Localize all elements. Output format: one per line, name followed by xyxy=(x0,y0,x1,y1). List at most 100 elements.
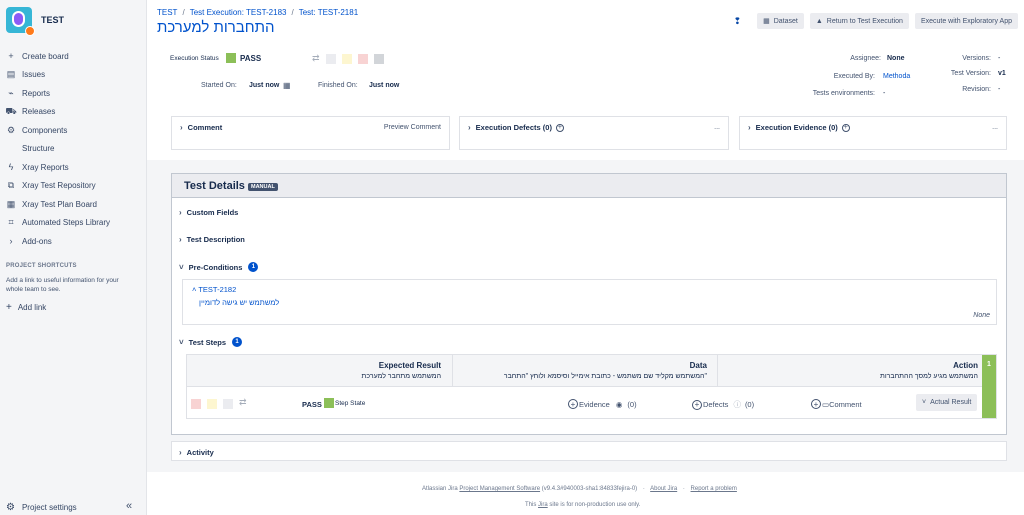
exploratory-app-button[interactable]: Execute with Exploratory App xyxy=(914,13,1018,29)
swap-arrows-icon[interactable]: ⇄ xyxy=(239,397,247,408)
activity-title: Activity xyxy=(186,448,214,457)
precondition-link[interactable]: ˄ TEST-2182 xyxy=(192,285,236,294)
preconditions-toggle[interactable]: ˅ Pre-Conditions 1 xyxy=(179,262,259,272)
page-title: התחברות למערכת xyxy=(157,19,275,36)
execution-defects-title: Execution Defects (0) xyxy=(475,123,552,132)
breadcrumb-test[interactable]: Test: TEST-2181 xyxy=(299,8,358,17)
step-fail-swatch[interactable] xyxy=(191,399,201,409)
sidebar-item-add-ons[interactable]: › Add-ons xyxy=(0,232,147,251)
dataset-button[interactable]: ▦ Dataset xyxy=(757,13,804,29)
gear-icon: ⚙ xyxy=(6,502,15,513)
finished-on-label: Finished On: xyxy=(318,82,358,89)
sidebar-item-components[interactable]: ⚙ Components xyxy=(0,121,147,140)
action-header: Action xyxy=(953,361,978,370)
eye-icon: ◉ xyxy=(615,399,623,409)
step-status-row: ⇄ PASS Step State + Evidence ◉ (0) + Def… xyxy=(187,388,982,418)
sidebar: TEST + Create board ▤ Issues ⌁ Reports ⛟ Rel… xyxy=(0,0,147,515)
step-state-label: Step State xyxy=(335,400,366,407)
execution-evidence-panel[interactable]: › Execution Evidence (0) + ... xyxy=(739,116,1007,150)
swap-arrows-icon[interactable]: ⇄ xyxy=(312,53,320,64)
status-fail-swatch[interactable] xyxy=(357,53,368,64)
assignee-value[interactable]: None xyxy=(887,55,905,62)
table-icon: ▦ xyxy=(763,18,770,25)
breadcrumb: TEST / Test Execution: TEST-2183/Test: TES… xyxy=(157,8,359,17)
environments-value: - xyxy=(883,90,886,97)
add-evidence-icon[interactable]: + xyxy=(841,123,850,132)
sidebar-nav: + Create board ▤ Issues ⌁ Reports ⛟ Releases… xyxy=(0,47,147,251)
status-todo-swatch[interactable] xyxy=(325,53,336,64)
started-on-value: Just now xyxy=(249,82,280,89)
more-icon[interactable]: ... xyxy=(714,124,720,131)
sidebar-item-xray-reports[interactable]: ϟ Xray Reports xyxy=(0,158,147,177)
breadcrumb-execution[interactable]: Test Execution: TEST-2183 xyxy=(190,8,287,17)
sidebar-item-create-board[interactable]: + Create board xyxy=(0,47,147,66)
sidebar-item-xray-test-repository[interactable]: ⧉ Xray Test Repository xyxy=(0,177,147,196)
expected-result-header: Expected Result xyxy=(378,361,441,370)
versions-value: - xyxy=(998,55,1001,62)
test-description-toggle[interactable]: › Test Description xyxy=(179,235,245,244)
chevron-down-icon: ˅ xyxy=(179,337,184,347)
components-icon: ⚙ xyxy=(6,124,16,135)
project-avatar xyxy=(6,7,35,36)
more-icon[interactable]: ... xyxy=(992,124,998,131)
issues-icon: ▤ xyxy=(6,69,16,80)
step-number: 1 xyxy=(982,355,996,418)
test-steps-count-badge: 1 xyxy=(232,337,243,347)
plus-icon: + xyxy=(8,51,14,62)
calendar-icon[interactable]: ▦ xyxy=(283,81,291,90)
add-link-button[interactable]: + Add link xyxy=(6,302,46,313)
status-aborted-swatch[interactable] xyxy=(373,53,384,64)
execution-defects-panel[interactable]: › Execution Defects (0) + ... xyxy=(459,116,729,150)
footer-line-2: This Jira site is for non-production use… xyxy=(525,502,641,508)
project-header[interactable]: TEST xyxy=(6,7,65,36)
executed-by-value[interactable]: Methoda xyxy=(883,73,910,80)
library-icon: ⌗ xyxy=(8,217,14,228)
finished-on-value: Just now xyxy=(369,82,400,89)
shortcuts-title: PROJECT SHORTCUTS xyxy=(6,263,77,269)
about-jira-link[interactable]: About Jira xyxy=(650,486,677,492)
assignee-label: Assignee: xyxy=(850,55,881,62)
revision-value: - xyxy=(998,86,1001,93)
project-name: TEST xyxy=(41,15,65,25)
add-defect-button[interactable]: + Defects ⓘ (0) xyxy=(692,399,754,410)
activity-section[interactable]: › Activity xyxy=(171,441,1007,461)
xray-icon: ϟ xyxy=(8,162,14,173)
precondition-card: ˄ TEST-2182 למשתמש יש גישה לדומיין None xyxy=(182,279,997,325)
arrow-up-icon: ▲ xyxy=(815,17,823,25)
add-defect-icon[interactable]: + xyxy=(555,123,564,132)
jira-link[interactable]: Jira xyxy=(538,502,548,508)
footer-line-1: Atlassian Jira Project Management Softwa… xyxy=(422,486,737,492)
comment-panel-title: Comment xyxy=(187,123,223,132)
plus-circle-icon: + xyxy=(568,399,578,409)
add-evidence-button[interactable]: + Evidence ◉ (0) xyxy=(568,399,637,409)
project-settings-link[interactable]: ⚙ Project settings xyxy=(6,502,77,513)
status-executing-swatch[interactable] xyxy=(341,53,352,64)
report-problem-link[interactable]: Report a problem xyxy=(691,486,737,492)
chevron-right-icon: › xyxy=(748,123,751,132)
test-steps-toggle[interactable]: ˅ Test Steps 1 xyxy=(179,337,243,347)
step-todo-swatch[interactable] xyxy=(223,399,233,409)
return-to-execution-button[interactable]: ▲ Return to Test Execution xyxy=(809,13,909,29)
step-action: המשתמש מגיע למסך ההתחברות xyxy=(879,373,978,380)
feedback-icon[interactable]: ❢ xyxy=(734,16,742,27)
step-status-value[interactable]: PASS xyxy=(302,400,322,409)
sidebar-item-structure[interactable]: Structure xyxy=(0,140,147,159)
step-data: המשתמש מקליד שם משתמש - כתובת אימייל וסי… xyxy=(503,373,707,380)
comment-panel[interactable]: › Comment Preview Comment xyxy=(171,116,450,150)
execution-status-value[interactable]: PASS xyxy=(240,54,261,63)
custom-fields-toggle[interactable]: › Custom Fields xyxy=(179,208,238,217)
pms-link[interactable]: Project Management Software xyxy=(459,486,540,492)
collapse-sidebar-icon[interactable]: « xyxy=(126,500,132,512)
sidebar-item-automated-steps-library[interactable]: ⌗ Automated Steps Library xyxy=(0,214,147,233)
add-comment-button[interactable]: + ▭ Comment xyxy=(811,399,862,409)
step-executing-swatch[interactable] xyxy=(207,399,217,409)
info-icon: ⓘ xyxy=(733,400,741,409)
sidebar-item-reports[interactable]: ⌁ Reports xyxy=(0,84,147,103)
breadcrumb-project[interactable]: TEST xyxy=(157,8,177,17)
sidebar-item-releases[interactable]: ⛟ Releases xyxy=(0,103,147,122)
execution-evidence-title: Execution Evidence (0) xyxy=(755,123,838,132)
actual-result-button[interactable]: ˅ Actual Result xyxy=(916,394,978,411)
preview-comment-link[interactable]: Preview Comment xyxy=(384,124,441,131)
sidebar-item-issues[interactable]: ▤ Issues xyxy=(0,66,147,85)
sidebar-item-xray-test-plan-board[interactable]: ▦ Xray Test Plan Board xyxy=(0,195,147,214)
